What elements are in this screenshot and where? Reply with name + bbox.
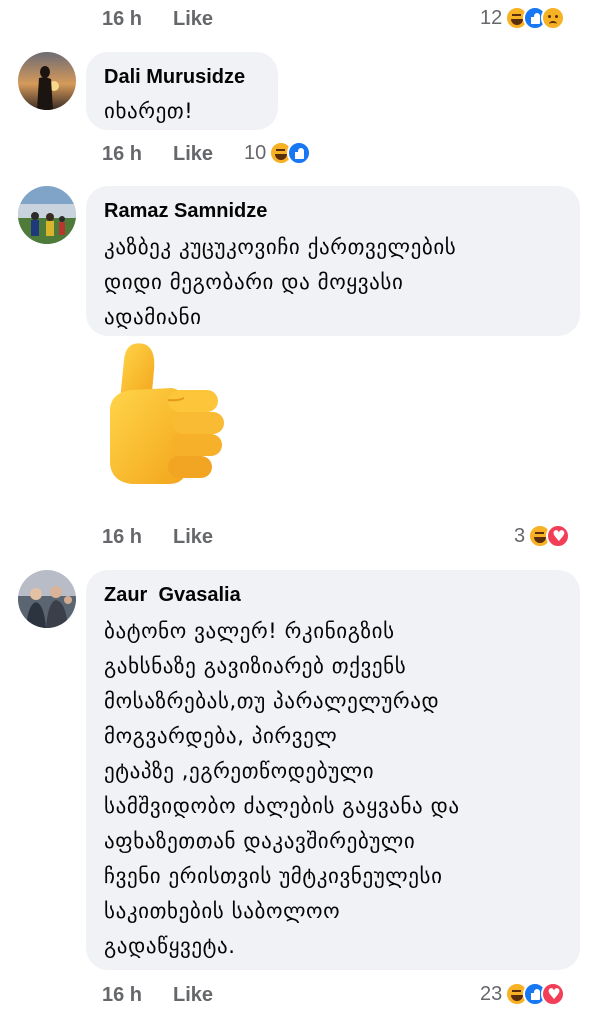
comment-bubble: Zaur Gvasalia ბატონო ვალერ! რკინიგზის გა…: [86, 570, 580, 970]
comment-text-line: გახსნაზე გავიზიარებ თქვენს: [104, 654, 407, 678]
comment-text-line: ჩვენი ერისთვის უმტკივნეულესი: [104, 864, 443, 888]
love-icon: [541, 982, 566, 1006]
reaction-summary[interactable]: 3: [514, 524, 571, 548]
comment-text-line: ბატონო ვალერ! რკინიგზის: [104, 619, 395, 643]
sad-icon: [541, 6, 566, 30]
comment-text-line: მოსაზრებას,თუ პარალელურად: [104, 689, 440, 713]
reaction-summary[interactable]: 23: [480, 982, 566, 1006]
comment-text-line: ეტაპზე ,ეგრეთწოდებული: [104, 759, 375, 783]
avatar[interactable]: [18, 52, 76, 110]
like-icon: [287, 141, 312, 165]
reaction-count: 12: [480, 6, 503, 29]
comment-text-line: საკითხების საბოლოო: [104, 899, 341, 923]
like-button[interactable]: Like: [173, 984, 213, 1007]
reaction-count: 23: [480, 982, 503, 1005]
avatar[interactable]: [18, 570, 76, 628]
like-button[interactable]: Like: [173, 8, 213, 31]
reaction-count: 3: [514, 524, 526, 547]
like-button[interactable]: Like: [173, 143, 213, 166]
comment-text: ბატონო ვალერ! რკინიგზის გახსნაზე გავიზია…: [104, 614, 562, 964]
comment-meta-row: 16 h Like 23: [0, 980, 597, 1014]
comment-author[interactable]: Dali Murusidze: [104, 64, 260, 90]
comment-text-line: გადაწყვეტა.: [104, 934, 236, 958]
love-icon: [546, 524, 571, 548]
reaction-summary[interactable]: 10: [244, 141, 312, 165]
thumbs-up-emoji: [110, 343, 224, 484]
comment-timestamp[interactable]: 16 h: [102, 984, 142, 1007]
comment-meta-row: 16 h Like 12: [0, 4, 597, 38]
avatar[interactable]: [18, 186, 76, 244]
comment-author[interactable]: Ramaz Samnidze: [104, 198, 562, 224]
like-button[interactable]: Like: [173, 526, 213, 549]
avatar-photo-stadium: [18, 186, 76, 244]
comment-text-line: სამშვიდობო ძალების გაყვანა და: [104, 794, 460, 818]
avatar-photo-sunset: [18, 52, 76, 110]
comment-bubble: Ramaz Samnidze კაზბეკ კუცუკოვიჩი ქართველ…: [86, 186, 580, 336]
comment-text-line: ადამიანი: [104, 305, 202, 329]
comment-text-line: კაზბეკ კუცუკოვიჩი ქართველების: [104, 235, 457, 259]
comment-bubble: Dali Murusidze იხარეთ!: [86, 52, 278, 130]
comment-meta-row: 16 h Like 3: [0, 522, 597, 556]
comment-timestamp[interactable]: 16 h: [102, 143, 142, 166]
comment-meta-row: 16 h Like 10: [0, 139, 597, 173]
comment-timestamp[interactable]: 16 h: [102, 8, 142, 31]
comment-timestamp[interactable]: 16 h: [102, 526, 142, 549]
comment-text-line: მოგვარდება, პირველ: [104, 724, 338, 748]
comment-text: კაზბეკ კუცუკოვიჩი ქართველების დიდი მეგობ…: [104, 230, 562, 335]
comment-text: იხარეთ!: [104, 99, 194, 123]
comment-text-line: დიდი მეგობარი და მოყვასი: [104, 270, 404, 294]
comment-author[interactable]: Zaur Gvasalia: [104, 582, 562, 608]
reaction-count: 10: [244, 141, 267, 164]
reaction-summary[interactable]: 12: [480, 6, 566, 30]
comment-text-line: აფხაზეთთან დაკავშირებული: [104, 829, 416, 853]
avatar-photo-group: [18, 570, 76, 628]
